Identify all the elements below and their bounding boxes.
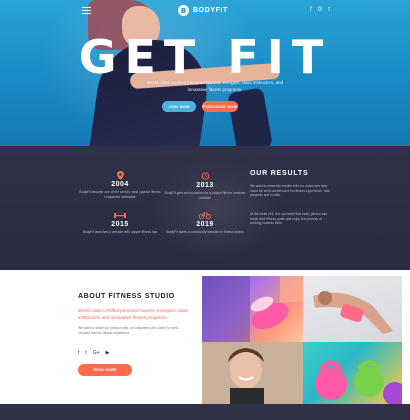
clock-icon <box>201 172 209 180</box>
youtube-icon[interactable]: ▶ <box>106 350 110 356</box>
read-more-button[interactable]: READ MORE <box>78 364 132 376</box>
hero-subtitle: World class certified personal trainers,… <box>146 80 284 92</box>
milestone-text: BodyFit became one of the world's most p… <box>79 190 161 199</box>
about-social-links: f t G+ ▶ <box>78 350 109 356</box>
milestone-year: 2004 <box>111 181 129 188</box>
google-icon[interactable]: G <box>318 7 323 13</box>
smiling-woman-image <box>202 342 303 404</box>
brand-name: BODYFIT <box>193 7 228 14</box>
facebook-icon[interactable]: f <box>78 350 79 356</box>
twitter-icon[interactable]: t <box>328 7 330 13</box>
milestone-text: BodyFit launched a website with unique f… <box>82 230 158 234</box>
header-social-links: f G t <box>310 7 330 13</box>
gallery-image-smile[interactable] <box>202 342 303 404</box>
google-plus-icon[interactable]: G+ <box>93 350 100 356</box>
twitter-icon[interactable]: t <box>85 350 86 356</box>
bicycle-icon <box>199 212 211 219</box>
join-now-button[interactable]: JOIN NOW <box>162 101 196 112</box>
top-navbar: B BODYFIT f G t <box>0 0 410 22</box>
milestone-2015: 2015 BodyFit launched a website with uni… <box>75 212 165 235</box>
milestone-year: 2019 <box>196 221 214 228</box>
brand-logo-icon: B <box>178 5 189 16</box>
about-lead-text: World class certified personal trainers,… <box>78 308 188 320</box>
results-paragraph-2: At the heart of it, it is our belief tha… <box>250 212 328 226</box>
gallery-image-shoes[interactable] <box>202 276 303 342</box>
hero-image-leg <box>227 87 273 146</box>
about-title: ABOUT FITNESS STUDIO <box>78 293 175 300</box>
milestone-2019: 2019 BodyFit starts a community website … <box>160 212 250 235</box>
dumbbell-icon <box>114 213 126 218</box>
brand[interactable]: B BODYFIT <box>178 5 228 16</box>
stretching-woman-image <box>313 291 393 334</box>
hero-section: B BODYFIT f G t GET FIT World class cert… <box>0 0 410 146</box>
history-section <box>0 146 410 270</box>
location-pin-icon <box>117 171 124 180</box>
next-section-strip <box>0 404 410 420</box>
milestone-2013: 2013 BodyFit gets an innovation for a un… <box>160 172 250 200</box>
milestone-text: BodyFit gets an innovation for a unique … <box>164 191 246 200</box>
facebook-icon[interactable]: f <box>310 7 312 13</box>
kettlebells-image <box>315 360 402 404</box>
sneakers-image <box>202 276 303 342</box>
milestone-2004: 2004 BodyFit became one of the world's m… <box>75 181 165 199</box>
purchase-now-button[interactable]: PURCHASE NOW <box>202 101 238 112</box>
gallery-image-stretch[interactable] <box>303 276 402 342</box>
milestone-year: 2013 <box>196 182 214 189</box>
hero-title: GET FIT <box>78 30 332 84</box>
menu-icon[interactable] <box>82 7 91 14</box>
gallery-image-kettlebells[interactable] <box>303 342 402 404</box>
about-body-text: We want to share our passion with our cu… <box>78 326 179 335</box>
results-title: OUR RESULTS <box>250 170 309 177</box>
results-paragraph-1: We want to share the results with our cu… <box>250 184 330 198</box>
milestone-year: 2015 <box>111 221 129 228</box>
milestone-text: BodyFit starts a community website for f… <box>166 230 244 234</box>
